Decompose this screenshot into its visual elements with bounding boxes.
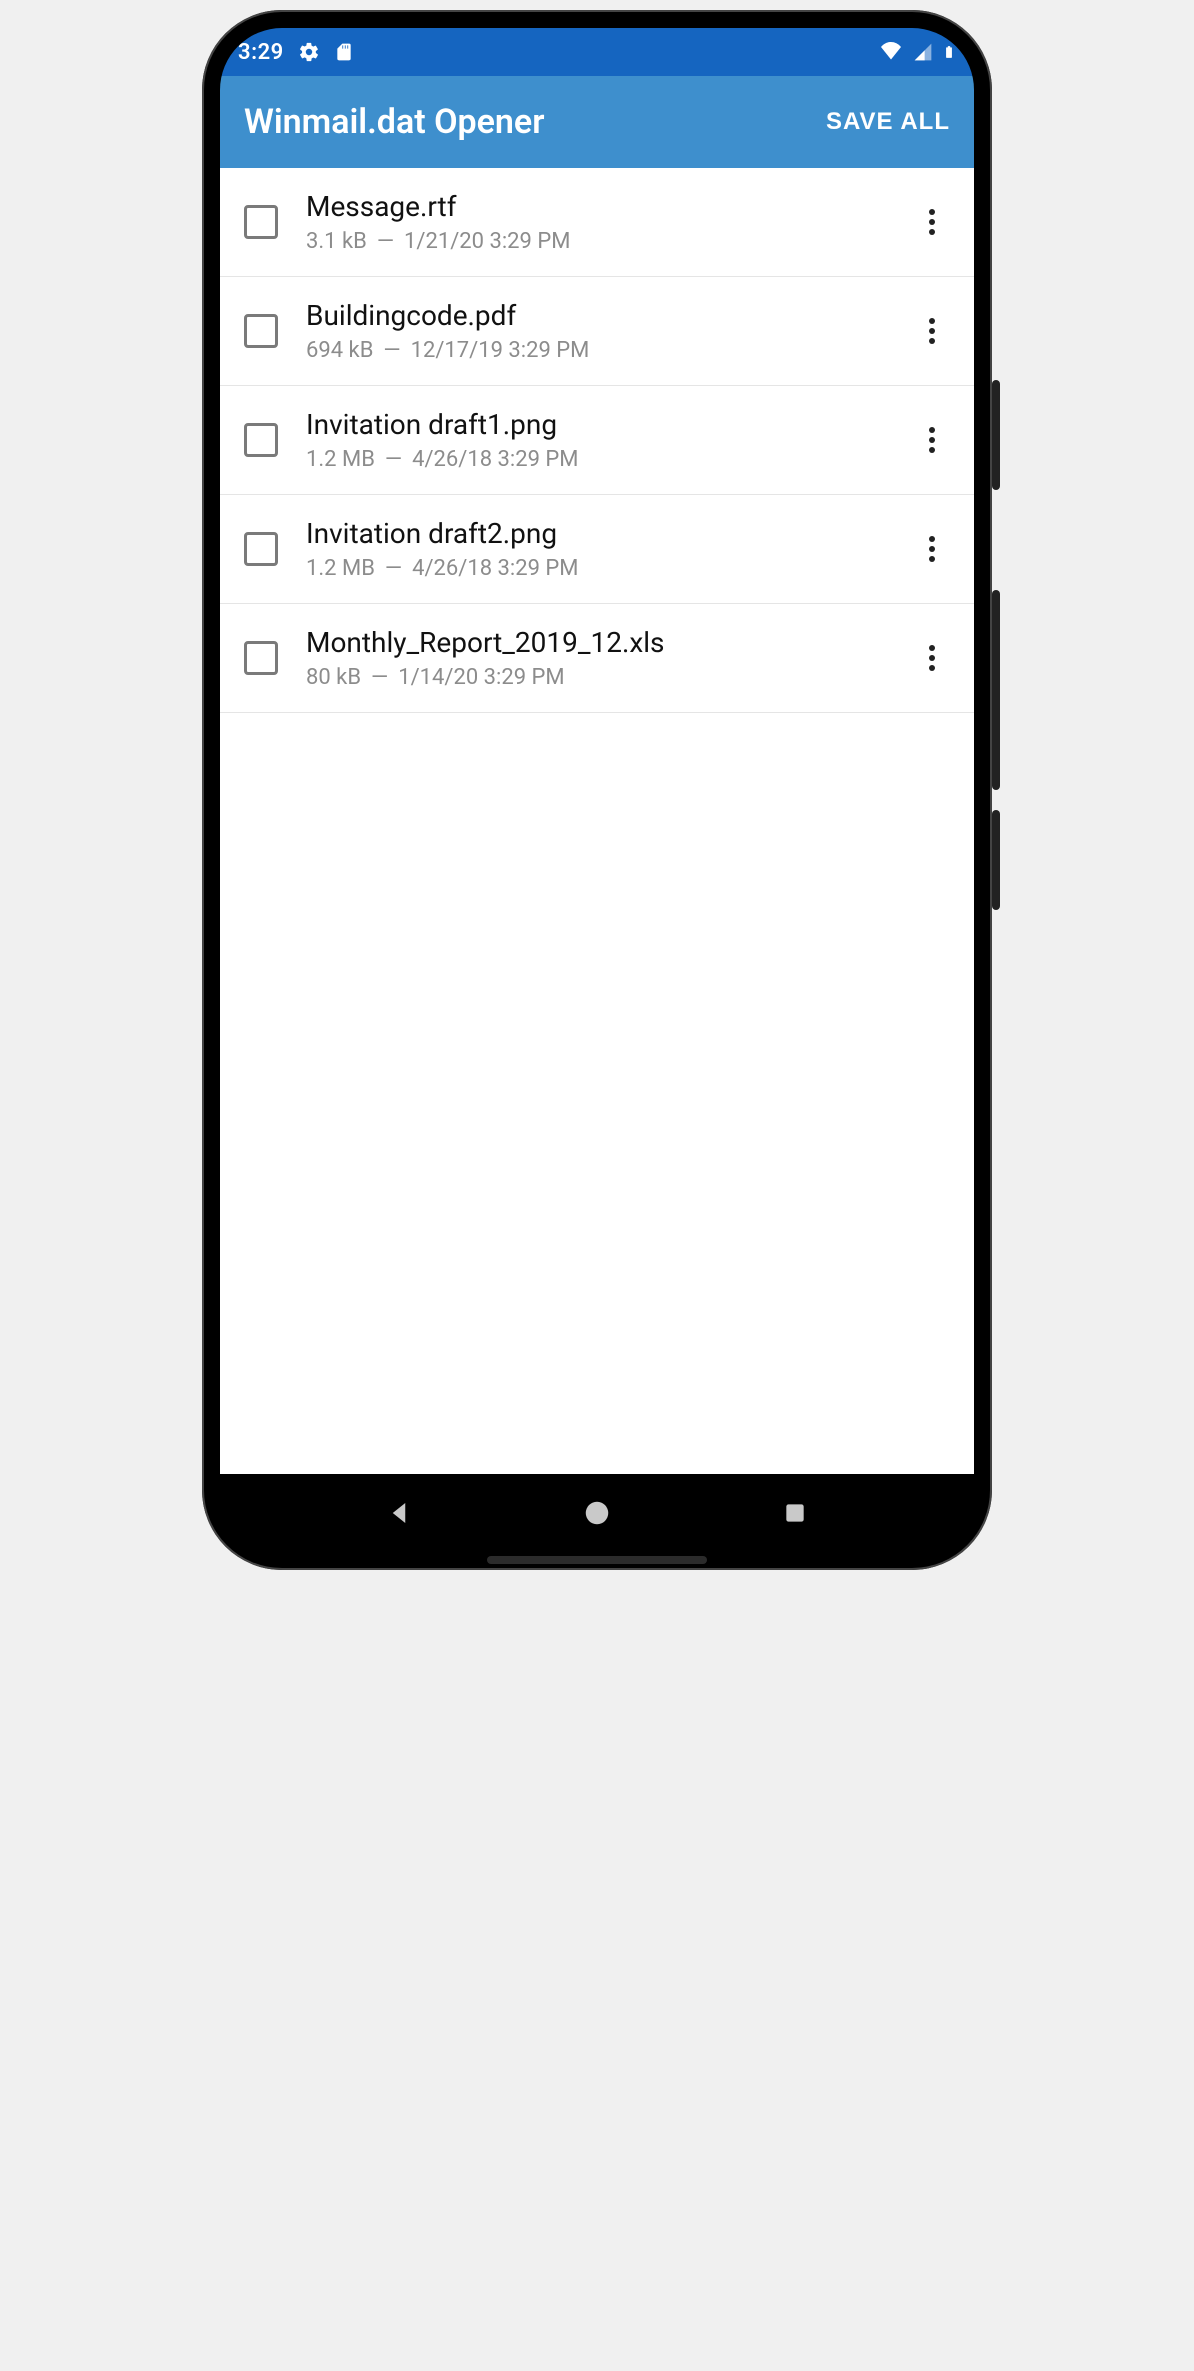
save-all-button[interactable]: SAVE ALL (826, 108, 950, 136)
app-title: Winmail.dat Opener (244, 102, 544, 142)
file-text: Invitation draft1.png 1.2 MB — 4/26/18 3:29… (306, 408, 910, 472)
file-date: 1/14/20 3:29 PM (398, 665, 564, 690)
file-meta: 1.2 MB — 4/26/18 3:29 PM (306, 556, 910, 581)
speaker-slot (487, 1556, 707, 1564)
nav-home-button[interactable] (567, 1483, 627, 1543)
file-size: 80 kB (306, 665, 361, 690)
file-meta: 3.1 kB — 1/21/20 3:29 PM (306, 229, 910, 254)
phone-screen: 3:29 Winmail (220, 28, 974, 1552)
navigation-bar (220, 1474, 974, 1552)
cellular-icon (912, 42, 934, 62)
file-date: 1/21/20 3:29 PM (404, 229, 570, 254)
file-size: 1.2 MB (306, 556, 375, 581)
gear-icon (298, 41, 320, 63)
file-checkbox[interactable] (244, 532, 278, 566)
meta-separator: — (385, 447, 402, 472)
file-text: Invitation draft2.png 1.2 MB — 4/26/18 3:29… (306, 517, 910, 581)
file-text: Buildingcode.pdf 694 kB — 12/17/19 3:29 PM (306, 299, 910, 363)
meta-separator: — (385, 556, 402, 581)
more-options-button[interactable] (910, 194, 954, 250)
phone-side-button (992, 590, 1000, 790)
file-list-item[interactable]: Buildingcode.pdf 694 kB — 12/17/19 3:29 PM (220, 277, 974, 386)
file-size: 1.2 MB (306, 447, 375, 472)
file-list-item[interactable]: Message.rtf 3.1 kB — 1/21/20 3:29 PM (220, 168, 974, 277)
file-date: 12/17/19 3:29 PM (411, 338, 590, 363)
meta-separator: — (377, 229, 394, 254)
file-meta: 1.2 MB — 4/26/18 3:29 PM (306, 447, 910, 472)
status-time: 3:29 (238, 40, 284, 65)
meta-separator: — (371, 665, 388, 690)
file-checkbox[interactable] (244, 423, 278, 457)
wifi-icon (878, 42, 904, 62)
file-size: 3.1 kB (306, 229, 367, 254)
meta-separator: — (383, 338, 400, 363)
file-date: 4/26/18 3:29 PM (412, 556, 578, 581)
file-date: 4/26/18 3:29 PM (412, 447, 578, 472)
more-options-button[interactable] (910, 521, 954, 577)
file-size: 694 kB (306, 338, 373, 363)
file-name: Buildingcode.pdf (306, 299, 910, 332)
more-options-button[interactable] (910, 630, 954, 686)
nav-recent-button[interactable] (765, 1483, 825, 1543)
battery-icon (942, 41, 956, 63)
file-list-item[interactable]: Invitation draft2.png 1.2 MB — 4/26/18 3:29… (220, 495, 974, 604)
file-meta: 694 kB — 12/17/19 3:29 PM (306, 338, 910, 363)
file-text: Message.rtf 3.1 kB — 1/21/20 3:29 PM (306, 190, 910, 254)
more-options-button[interactable] (910, 303, 954, 359)
file-name: Message.rtf (306, 190, 910, 223)
file-name: Invitation draft2.png (306, 517, 910, 550)
app-bar: Winmail.dat Opener SAVE ALL (220, 76, 974, 168)
file-list-item[interactable]: Invitation draft1.png 1.2 MB — 4/26/18 3:29… (220, 386, 974, 495)
more-options-button[interactable] (910, 412, 954, 468)
file-list-item[interactable]: Monthly_Report_2019_12.xls 80 kB — 1/14/20 … (220, 604, 974, 713)
phone-side-button (992, 810, 1000, 910)
file-checkbox[interactable] (244, 641, 278, 675)
file-text: Monthly_Report_2019_12.xls 80 kB — 1/14/20 … (306, 626, 910, 690)
file-name: Invitation draft1.png (306, 408, 910, 441)
file-meta: 80 kB — 1/14/20 3:29 PM (306, 665, 910, 690)
status-bar: 3:29 (220, 28, 974, 76)
file-checkbox[interactable] (244, 314, 278, 348)
sd-card-icon (334, 41, 354, 63)
phone-side-button (992, 380, 1000, 490)
phone-frame: 3:29 Winmail (202, 10, 992, 1570)
file-checkbox[interactable] (244, 205, 278, 239)
file-name: Monthly_Report_2019_12.xls (306, 626, 910, 659)
file-list[interactable]: Message.rtf 3.1 kB — 1/21/20 3:29 PM Buildin… (220, 168, 974, 1474)
nav-back-button[interactable] (369, 1483, 429, 1543)
